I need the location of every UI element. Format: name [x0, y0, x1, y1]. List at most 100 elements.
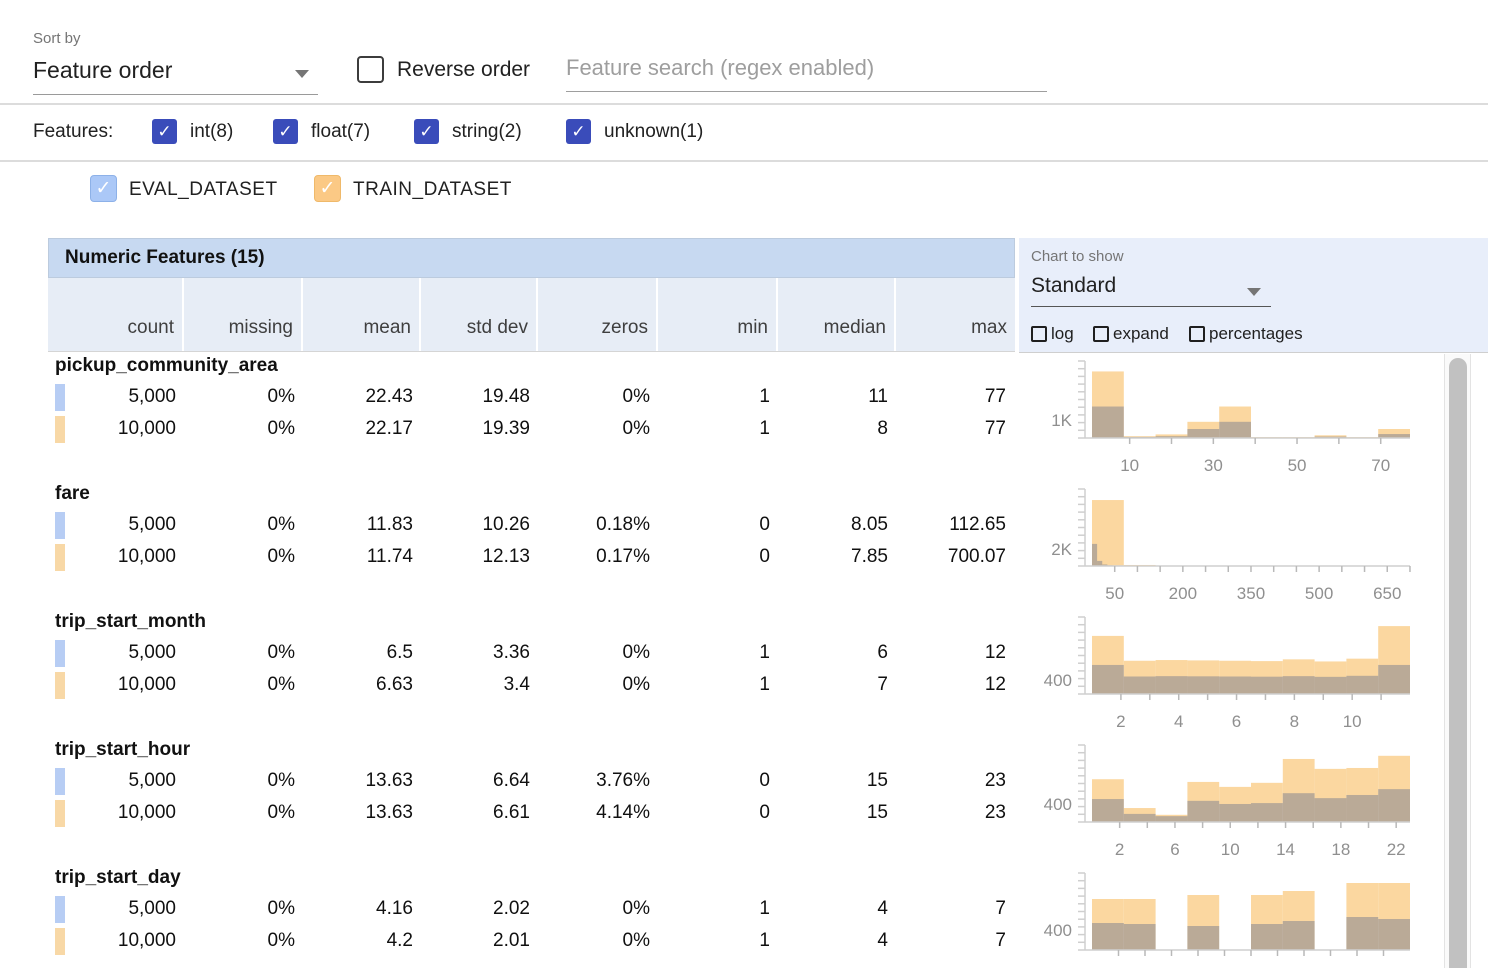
cell-mean: 4.2 [387, 926, 413, 956]
cell-std-dev: 3.36 [493, 638, 530, 668]
cell-std-dev: 6.61 [493, 798, 530, 828]
cell-std-dev: 3.4 [504, 670, 530, 700]
scrollbar-thumb[interactable] [1449, 358, 1467, 968]
cell-std-dev: 2.01 [493, 926, 530, 956]
feature-group-trip_start_hour: trip_start_hour5,0000%13.636.643.76%0152… [48, 739, 1015, 835]
feature-group-pickup_community_area: pickup_community_area5,0000%22.4319.480%… [48, 355, 1015, 451]
scrollbar-track[interactable] [1444, 354, 1471, 968]
train-swatch [55, 544, 65, 571]
eval-swatch [55, 896, 65, 923]
cell-median: 8 [877, 414, 888, 444]
feature-row-train: 10,0000%13.636.614.14%01523 [48, 798, 1015, 828]
cell-median: 7 [877, 670, 888, 700]
x-tick-label: 22 [1387, 840, 1406, 859]
feature-name: trip_start_hour [55, 739, 190, 761]
histogram-trip_start_hour: 2610141822400 [1020, 739, 1420, 864]
cell-count: 5,000 [128, 766, 176, 796]
cell-max: 23 [985, 798, 1006, 828]
histogram-bar-eval [1346, 795, 1378, 822]
eval-swatch [55, 512, 65, 539]
x-tick-label: 8 [1290, 712, 1299, 731]
charts-column: 103050701K502003505006502K24681040026101… [1020, 0, 1420, 968]
cell-min: 1 [759, 414, 770, 444]
cell-median: 6 [877, 638, 888, 668]
cell-zeros: 4.14% [596, 798, 650, 828]
cell-count: 10,000 [118, 926, 176, 956]
cell-std-dev: 19.48 [482, 382, 530, 412]
x-tick-label: 70 [1371, 456, 1390, 475]
x-tick-label: 30 [1204, 456, 1223, 475]
cell-median: 15 [867, 766, 888, 796]
cell-zeros: 0% [623, 414, 650, 444]
cell-median: 15 [867, 798, 888, 828]
train-swatch [55, 672, 65, 699]
x-tick-label: 50 [1288, 456, 1307, 475]
histogram-bar-eval [1124, 677, 1156, 695]
cell-missing: 0% [268, 798, 295, 828]
x-tick-label: 18 [1331, 840, 1350, 859]
feature-row-train: 10,0000%6.633.40%1712 [48, 670, 1015, 700]
cell-mean: 11.83 [367, 510, 413, 540]
cell-max: 112.65 [949, 510, 1006, 540]
x-tick-label: 500 [1305, 584, 1333, 603]
feature-row-eval: 5,0000%4.162.020%147 [48, 894, 1015, 924]
histogram-bar-eval [1315, 798, 1347, 822]
train-swatch [55, 928, 65, 955]
feature-row-eval: 5,0000%6.53.360%1612 [48, 638, 1015, 668]
histogram-bar-eval [1283, 793, 1315, 822]
histogram-bar-eval [1092, 923, 1124, 950]
cell-mean: 6.63 [376, 670, 413, 700]
facets-overview: Sort by Feature order Reverse order Feat… [0, 0, 1488, 968]
feature-name: trip_start_month [55, 611, 206, 633]
cell-max: 12 [985, 670, 1006, 700]
histogram-bar-eval [1283, 921, 1315, 950]
cell-min: 1 [759, 894, 770, 924]
cell-zeros: 0% [623, 382, 650, 412]
feature-group-trip_start_month: trip_start_month5,0000%6.53.360%161210,0… [48, 611, 1015, 707]
cell-mean: 22.43 [365, 382, 413, 412]
histogram-bar-eval [1156, 816, 1188, 822]
cell-max: 23 [985, 766, 1006, 796]
cell-zeros: 0% [623, 638, 650, 668]
cell-missing: 0% [268, 926, 295, 956]
cell-median: 4 [877, 894, 888, 924]
cell-count: 10,000 [118, 670, 176, 700]
eval-swatch [55, 384, 65, 411]
y-axis-label: 400 [1044, 671, 1072, 690]
histogram-bar-eval [1097, 561, 1102, 566]
histogram-bar-eval [1378, 789, 1410, 822]
cell-zeros: 3.76% [596, 766, 650, 796]
cell-max: 700.07 [948, 542, 1006, 572]
cell-max: 7 [995, 926, 1006, 956]
cell-zeros: 0% [623, 926, 650, 956]
cell-missing: 0% [268, 382, 295, 412]
x-tick-label: 10 [1343, 712, 1362, 731]
cell-min: 0 [759, 542, 770, 572]
cell-zeros: 0.17% [596, 542, 650, 572]
histogram-bar-eval [1092, 799, 1124, 822]
eval-swatch [55, 640, 65, 667]
cell-mean: 4.16 [376, 894, 413, 924]
cell-std-dev: 19.39 [482, 414, 530, 444]
feature-row-train: 10,0000%4.22.010%147 [48, 926, 1015, 956]
cell-median: 7.85 [851, 542, 888, 572]
y-axis-label: 400 [1044, 921, 1072, 940]
cell-std-dev: 2.02 [493, 894, 530, 924]
cell-mean: 6.5 [387, 638, 413, 668]
x-tick-label: 650 [1373, 584, 1401, 603]
histogram-bar-eval [1283, 676, 1315, 694]
histogram-bar-eval [1219, 422, 1251, 438]
cell-min: 0 [759, 798, 770, 828]
cell-median: 8.05 [851, 510, 888, 540]
cell-missing: 0% [268, 894, 295, 924]
cell-count: 5,000 [128, 510, 176, 540]
cell-zeros: 0.18% [596, 510, 650, 540]
histogram-bar-eval [1346, 676, 1378, 694]
x-tick-label: 2 [1116, 712, 1125, 731]
histogram-bar-eval [1251, 677, 1283, 694]
histogram-bar-eval [1187, 801, 1219, 822]
cell-count: 5,000 [128, 638, 176, 668]
histogram-bar-eval [1092, 544, 1097, 566]
cell-missing: 0% [268, 542, 295, 572]
cell-min: 0 [759, 766, 770, 796]
